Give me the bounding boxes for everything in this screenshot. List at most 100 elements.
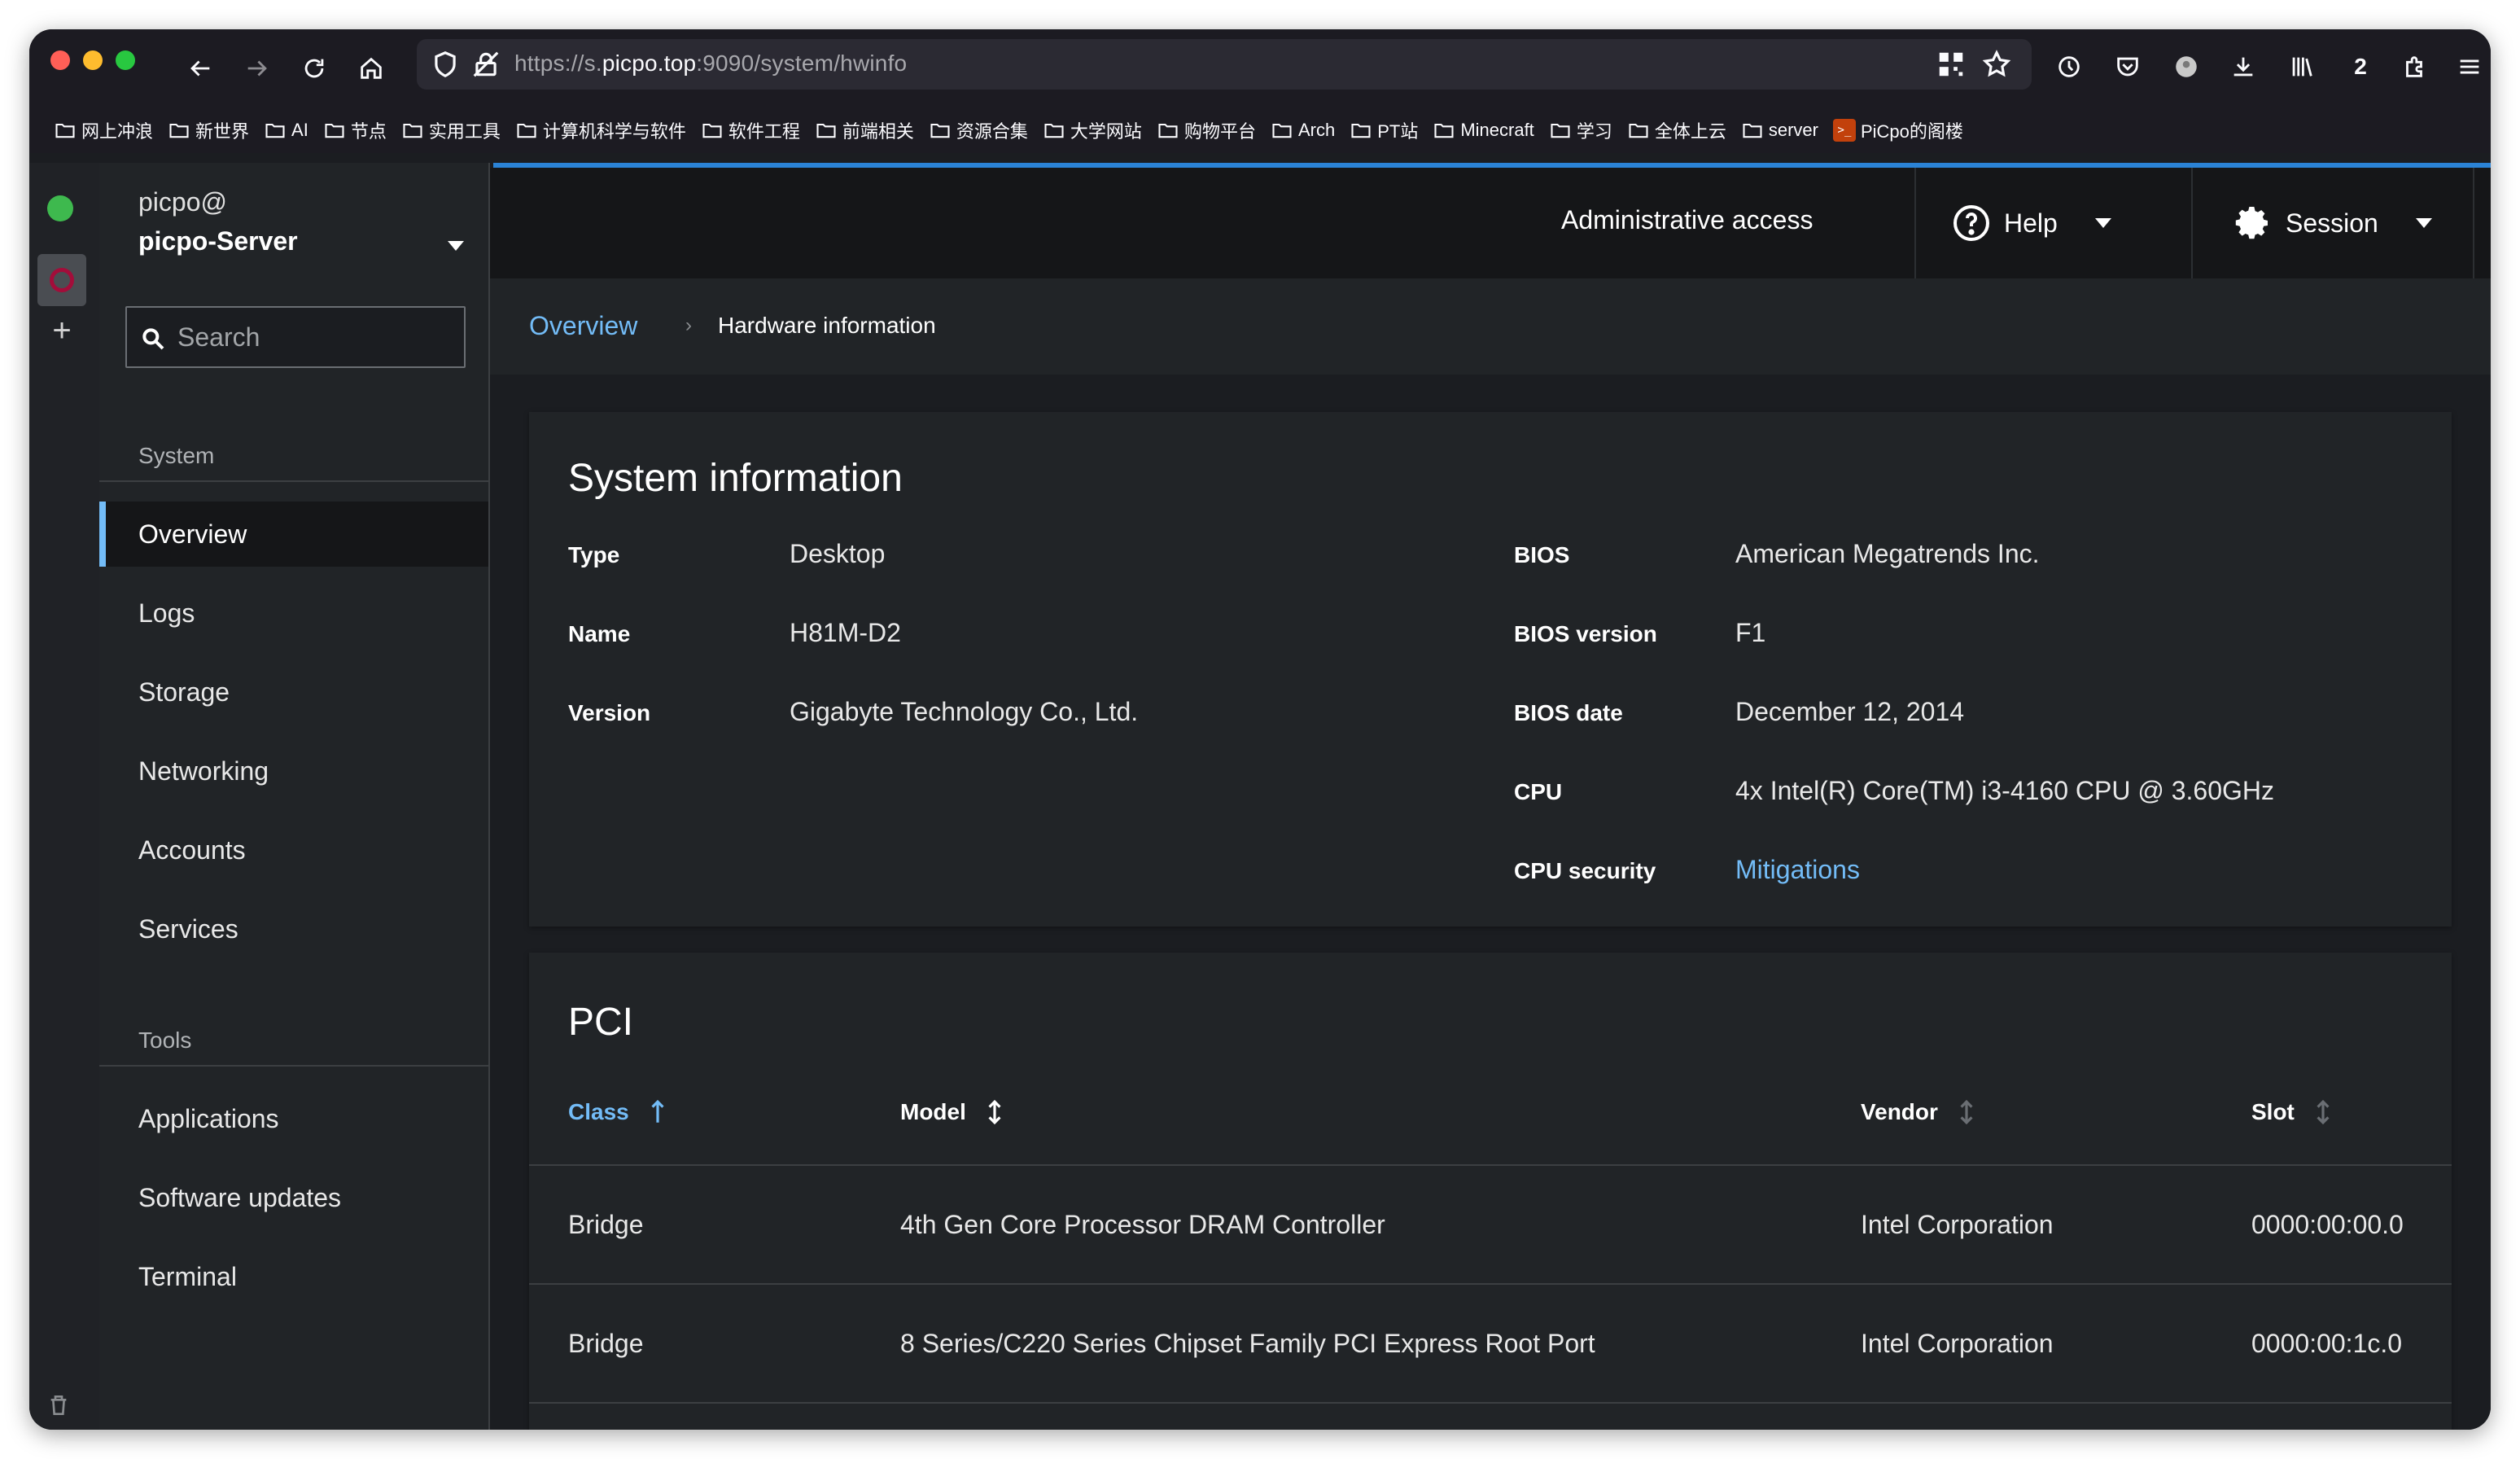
main-content: Administrative access Help Session Overv… bbox=[490, 168, 2491, 1430]
shield-icon[interactable] bbox=[430, 49, 461, 80]
bookmark-label: 节点 bbox=[350, 121, 387, 142]
caret-down-icon[interactable] bbox=[448, 241, 464, 251]
downloads-icon[interactable] bbox=[2222, 46, 2264, 88]
bookmark-label: Arch bbox=[1297, 120, 1336, 140]
sidebar-item-terminal[interactable]: Terminal bbox=[99, 1244, 488, 1309]
container-count-badge[interactable]: 2 bbox=[2339, 46, 2382, 88]
menu-icon[interactable] bbox=[2448, 46, 2491, 88]
sidebar-search[interactable] bbox=[125, 306, 466, 368]
bookmark-label: 实用工具 bbox=[428, 121, 501, 142]
home-icon[interactable] bbox=[350, 47, 392, 90]
folder-icon bbox=[401, 119, 424, 142]
bookmark-folder[interactable]: Minecraft bbox=[1426, 112, 1542, 148]
search-input[interactable] bbox=[177, 321, 454, 353]
session-menu-button[interactable]: Session bbox=[2233, 194, 2432, 252]
extensions-icon[interactable] bbox=[2393, 46, 2435, 88]
url-text[interactable]: https://s.picpo.top:9090/system/hwinfo bbox=[514, 50, 907, 77]
folder-icon bbox=[1271, 119, 1293, 142]
bookmark-folder[interactable]: 新世界 bbox=[161, 112, 257, 148]
cell-model: 8 Series/C220 Series Chipset Family PCI … bbox=[900, 1329, 1595, 1358]
folder-icon bbox=[815, 119, 838, 142]
sort-icon bbox=[2317, 1099, 2330, 1125]
back-icon[interactable] bbox=[179, 47, 221, 90]
table-row[interactable]: Bridge 4th Gen Core Processor DRAM Contro… bbox=[529, 1164, 2452, 1283]
add-host-icon[interactable]: + bbox=[49, 314, 75, 347]
qr-code-icon[interactable] bbox=[1936, 49, 1967, 80]
bookmark-folder[interactable]: 前端相关 bbox=[808, 112, 922, 148]
bookmark-folder[interactable]: 资源合集 bbox=[922, 112, 1036, 148]
bookmark-folder[interactable]: 计算机科学与软件 bbox=[509, 112, 694, 148]
host-name[interactable]: picpo-Server bbox=[138, 226, 298, 256]
info-label: CPU bbox=[1514, 779, 1563, 804]
address-bar[interactable]: https://s.picpo.top:9090/system/hwinfo bbox=[417, 39, 2032, 90]
column-label: Vendor bbox=[1861, 1099, 1938, 1124]
bookmark-star-icon[interactable] bbox=[1981, 49, 2012, 80]
help-menu-button[interactable]: Help bbox=[1952, 194, 2111, 252]
minimize-window-button[interactable] bbox=[83, 50, 103, 70]
info-value: December 12, 2014 bbox=[1735, 697, 1965, 726]
close-window-button[interactable] bbox=[50, 50, 70, 70]
url-domain: picpo.top bbox=[602, 50, 697, 76]
sidebar-item-applications[interactable]: Applications bbox=[99, 1086, 488, 1151]
history-icon[interactable] bbox=[2048, 46, 2090, 88]
bookmark-label: 学习 bbox=[1576, 121, 1612, 142]
column-label: Slot bbox=[2251, 1099, 2295, 1124]
bookmark-folder[interactable]: AI bbox=[257, 112, 317, 148]
folder-icon bbox=[929, 119, 952, 142]
bookmark-folder[interactable]: 节点 bbox=[317, 112, 395, 148]
folder-icon bbox=[1433, 119, 1455, 142]
bookmark-folder[interactable]: 网上冲浪 bbox=[47, 112, 161, 148]
bookmark-folder[interactable]: 全体上云 bbox=[1621, 112, 1735, 148]
bookmark-folder[interactable]: 软件工程 bbox=[694, 112, 808, 148]
bookmark-folder[interactable]: 大学网站 bbox=[1036, 112, 1150, 148]
pci-card: PCI Class Model Vendor Slot Bridge 4th Ge… bbox=[529, 953, 2452, 1430]
folder-icon bbox=[1043, 119, 1065, 142]
pocket-icon[interactable] bbox=[2107, 46, 2149, 88]
terminal-favicon-icon: >_ bbox=[1832, 119, 1856, 142]
cpu-security-mitigations-link[interactable]: Mitigations bbox=[1735, 855, 1860, 885]
bookmark-folder[interactable]: 学习 bbox=[1542, 112, 1621, 148]
bookmark-folder[interactable]: 实用工具 bbox=[395, 112, 509, 148]
table-row[interactable]: Bridge 8 Series/C220 Series Chipset Famil… bbox=[529, 1283, 2452, 1402]
bookmark-folder[interactable]: PT站 bbox=[1343, 112, 1426, 148]
lock-icon[interactable] bbox=[470, 49, 501, 80]
reload-icon[interactable] bbox=[293, 47, 335, 90]
column-header-model[interactable]: Model bbox=[900, 1099, 1004, 1125]
breadcrumb: Overview › Hardware information bbox=[490, 278, 2491, 375]
info-value: H81M-D2 bbox=[790, 618, 901, 647]
sidebar-item-networking[interactable]: Networking bbox=[99, 738, 488, 804]
trash-icon[interactable] bbox=[46, 1392, 72, 1418]
host-switcher-strip: + bbox=[29, 163, 99, 1430]
url-prefix: https://s. bbox=[514, 50, 602, 76]
host-user[interactable]: picpo@ bbox=[138, 187, 227, 217]
bookmark-link[interactable]: >_ PiCpo的阁楼 bbox=[1827, 112, 1971, 148]
bookmark-folder[interactable]: Arch bbox=[1264, 112, 1343, 148]
bookmark-label: AI bbox=[291, 120, 308, 140]
column-header-class[interactable]: Class bbox=[568, 1099, 667, 1125]
account-avatar-icon[interactable] bbox=[2165, 46, 2207, 88]
sidebar-item-storage[interactable]: Storage bbox=[99, 659, 488, 725]
host-status-icon[interactable] bbox=[47, 195, 73, 221]
cell-slot: 0000:00:00.0 bbox=[2251, 1210, 2404, 1239]
breadcrumb-overview-link[interactable]: Overview bbox=[529, 311, 637, 341]
forward-icon[interactable] bbox=[236, 47, 278, 90]
info-label: Type bbox=[568, 542, 620, 567]
sidebar-item-software-updates[interactable]: Software updates bbox=[99, 1165, 488, 1230]
debian-host-icon[interactable] bbox=[37, 254, 86, 306]
sidebar-item-accounts[interactable]: Accounts bbox=[99, 817, 488, 883]
administrative-access-button[interactable]: Administrative access bbox=[1561, 205, 1813, 235]
nav-divider bbox=[99, 480, 488, 482]
maximize-window-button[interactable] bbox=[116, 50, 135, 70]
sidebar-item-logs[interactable]: Logs bbox=[99, 581, 488, 646]
library-icon[interactable] bbox=[2281, 46, 2323, 88]
column-header-slot[interactable]: Slot bbox=[2251, 1099, 2332, 1125]
system-information-card: System information Type Desktop Name H81M-D… bbox=[529, 412, 2452, 927]
bookmark-folder[interactable]: server bbox=[1735, 112, 1827, 148]
sort-icon bbox=[988, 1099, 1001, 1125]
folder-icon bbox=[1350, 119, 1372, 142]
column-header-vendor[interactable]: Vendor bbox=[1861, 1099, 1975, 1125]
sidebar-item-overview[interactable]: Overview bbox=[99, 502, 488, 567]
bookmark-label: 全体上云 bbox=[1654, 121, 1726, 142]
sidebar-item-services[interactable]: Services bbox=[99, 896, 488, 962]
bookmark-folder[interactable]: 购物平台 bbox=[1150, 112, 1264, 148]
